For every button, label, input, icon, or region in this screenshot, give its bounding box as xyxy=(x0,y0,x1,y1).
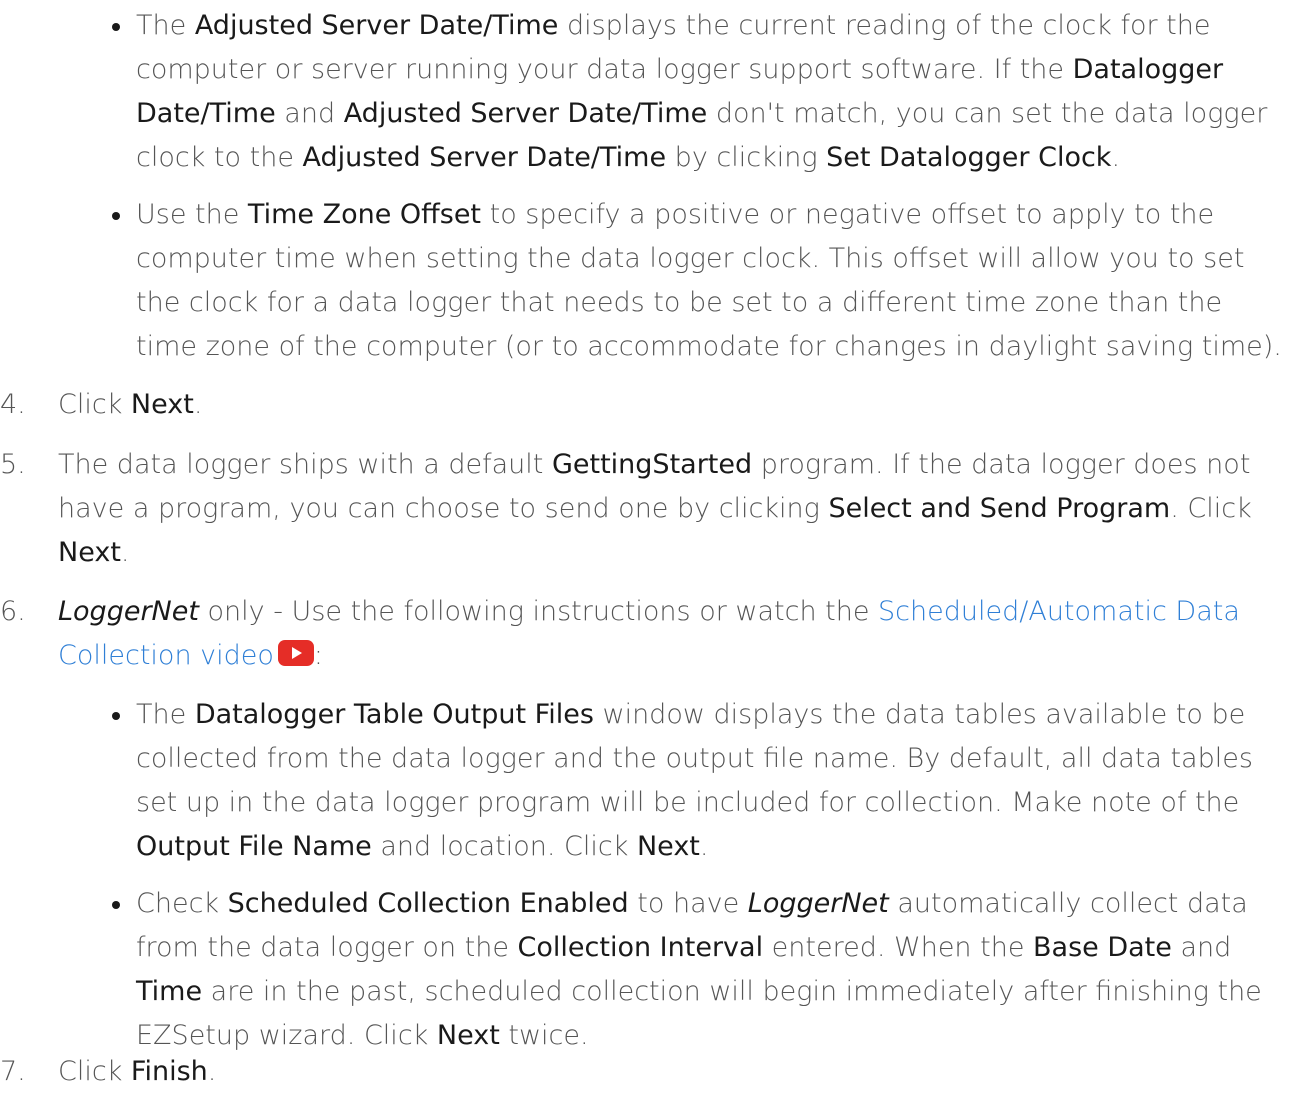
step-7: 7. Click Finish. xyxy=(0,1050,1258,1094)
bullet-scheduled-collection: Check Scheduled Collection Enabled to ha… xyxy=(112,882,1266,1058)
ui-term: Finish xyxy=(130,1056,208,1087)
bullet-text: The Datalogger Table Output Files window… xyxy=(136,699,1253,862)
bullet-text: Check Scheduled Collection Enabled to ha… xyxy=(136,888,1262,1051)
document-page: The Adjusted Server Date/Time displays t… xyxy=(0,0,1294,1109)
bullet-adjusted-server-time: The Adjusted Server Date/Time displays t… xyxy=(112,4,1286,180)
body-text: twice. xyxy=(499,1020,589,1051)
step-4: 4. Click Next. xyxy=(0,383,1278,427)
body-text: . Click xyxy=(1170,493,1252,524)
step-number: 5. xyxy=(0,449,26,480)
step-5: 5. The data logger ships with a default … xyxy=(0,443,1258,575)
ui-term: Adjusted Server Date/Time xyxy=(302,142,667,173)
step-text: Click Next. xyxy=(58,389,202,420)
ui-term: Datalogger Table Output Files xyxy=(194,699,594,730)
ui-term: GettingStarted xyxy=(551,449,753,480)
step-number: 4. xyxy=(0,389,26,420)
body-text: . xyxy=(193,389,203,420)
step-6: 6. LoggerNet only - Use the following in… xyxy=(0,590,1258,678)
body-text: : xyxy=(313,640,323,671)
ui-term: Set Datalogger Clock xyxy=(826,142,1112,173)
ui-term: Next xyxy=(58,537,121,568)
ui-term: Next xyxy=(636,831,700,862)
body-text: . xyxy=(1111,142,1121,173)
body-text: and xyxy=(275,98,344,129)
bullet-text: Use the Time Zone Offset to specify a po… xyxy=(136,199,1282,362)
body-text: Click xyxy=(58,389,131,420)
ui-term: Scheduled Collection Enabled xyxy=(227,888,629,919)
youtube-play-icon[interactable] xyxy=(277,640,314,666)
ui-term: Time Zone Offset xyxy=(247,199,482,230)
bullet-time-zone-offset: Use the Time Zone Offset to specify a po… xyxy=(112,193,1286,369)
ui-term: Time xyxy=(136,976,203,1007)
body-text: Use the xyxy=(136,199,248,230)
ui-term: Base Date xyxy=(1033,932,1172,963)
body-text: . xyxy=(699,831,709,862)
body-text: . xyxy=(207,1056,217,1087)
step-text: LoggerNet only - Use the following instr… xyxy=(58,596,1240,671)
step-number: 7. xyxy=(0,1056,26,1087)
bullet-dot xyxy=(112,23,120,31)
ui-term: Adjusted Server Date/Time xyxy=(194,10,559,41)
product-name: LoggerNet xyxy=(58,596,199,627)
body-text: . xyxy=(120,537,130,568)
body-text: by clicking xyxy=(666,142,827,173)
body-text: to have xyxy=(628,888,748,919)
body-text: and location. Click xyxy=(371,831,637,862)
step-number: 6. xyxy=(0,596,26,627)
ui-term: Adjusted Server Date/Time xyxy=(343,98,708,129)
body-text: and xyxy=(1171,932,1232,963)
bullet-dot xyxy=(112,712,120,720)
body-text: entered. When the xyxy=(763,932,1034,963)
body-text: The xyxy=(136,699,195,730)
ui-term: Select and Send Program xyxy=(828,493,1171,524)
body-text: only - Use the following instructions or… xyxy=(198,596,879,627)
bullet-dot xyxy=(112,901,120,909)
ui-term: Next xyxy=(130,389,194,420)
body-text: Check xyxy=(136,888,228,919)
product-name: LoggerNet xyxy=(747,888,889,919)
bullet-table-output-files: The Datalogger Table Output Files window… xyxy=(112,693,1266,869)
body-text: Click xyxy=(58,1056,131,1087)
body-text: The xyxy=(136,10,195,41)
step-text: Click Finish. xyxy=(58,1056,216,1087)
bullet-text: The Adjusted Server Date/Time displays t… xyxy=(136,10,1267,173)
ui-term: Collection Interval xyxy=(517,932,764,963)
body-text: The data logger ships with a default xyxy=(58,449,552,480)
ui-term: Next xyxy=(436,1020,500,1051)
ui-term: Output File Name xyxy=(136,831,372,862)
bullet-dot xyxy=(112,212,120,220)
body-text: are in the past, scheduled collection wi… xyxy=(136,976,1262,1051)
step-text: The data logger ships with a default Get… xyxy=(58,449,1252,568)
